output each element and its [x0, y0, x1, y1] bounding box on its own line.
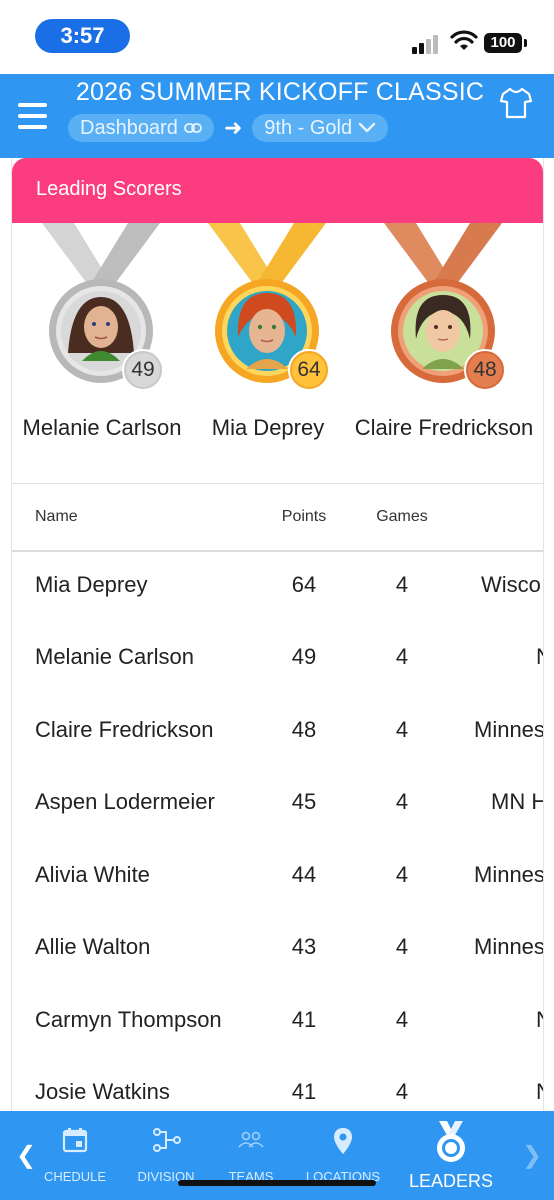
row-points: 45	[291, 789, 317, 814]
hamburger-menu-icon[interactable]	[18, 103, 47, 129]
nav-scroll-right-icon[interactable]: ❯	[522, 1141, 542, 1170]
nav-item-locations[interactable]: LOCATIONS	[302, 1111, 384, 1200]
division-selector[interactable]: 9th - Gold	[252, 114, 389, 142]
table-row[interactable]: Melanie Carlson 49 4 N	[12, 622, 543, 694]
nav-item-leaders[interactable]: LEADERS	[404, 1111, 498, 1200]
arrow-right-icon: ➜	[223, 115, 243, 140]
row-points: 48	[291, 717, 317, 742]
silver-medal-icon	[42, 223, 160, 383]
cellular-signal-icon	[412, 32, 444, 54]
points-badge-value: 64	[297, 358, 321, 381]
home-indicator	[178, 1180, 376, 1186]
podium-second-place[interactable]: 49 Melanie Carlson	[12, 223, 192, 483]
row-name: Josie Watkins	[35, 1079, 170, 1104]
podium-third-place[interactable]: 48 Claire Fredrickson	[354, 223, 534, 483]
row-games: 4	[395, 862, 409, 887]
row-team: Minnes	[474, 934, 543, 959]
link-icon	[183, 123, 202, 133]
chevron-down-icon	[358, 122, 376, 133]
app-header: 2026 SUMMER KICKOFF CLASSIC Dashboard ➜ …	[0, 74, 554, 158]
row-points: 43	[291, 934, 317, 959]
row-name: Carmyn Thompson	[35, 1007, 222, 1032]
points-badge-value: 48	[473, 358, 497, 381]
row-team: Wisco	[481, 572, 541, 597]
row-name: Alivia White	[35, 862, 150, 887]
podium-player-name: Claire Fredrickson	[354, 415, 534, 440]
medal-icon	[437, 1121, 465, 1162]
row-games: 4	[395, 789, 409, 814]
nav-scroll-left-icon[interactable]: ❮	[16, 1141, 36, 1170]
row-games: 4	[395, 644, 409, 669]
nav-label: CHEDULE	[43, 1169, 107, 1184]
card-title: Leading Scorers	[36, 178, 182, 200]
table-row[interactable]: Claire Fredrickson 48 4 Minnes	[12, 695, 543, 767]
column-header-points[interactable]: Points	[264, 508, 344, 526]
row-team: N	[536, 1079, 543, 1105]
bracket-icon	[153, 1128, 181, 1152]
column-header-name[interactable]: Name	[35, 508, 78, 526]
leaders-card: Leading Scorers 49 Melanie Carlson 64 Mi…	[11, 158, 544, 1118]
podium-player-name: Mia Deprey	[211, 415, 325, 440]
status-bar: 3:57 100	[0, 0, 554, 74]
row-team: MN H	[491, 789, 543, 814]
table-row[interactable]: Allie Walton 43 4 Minnes	[12, 912, 543, 984]
status-time: 3:57	[35, 19, 130, 53]
row-name: Mia Deprey	[35, 572, 148, 597]
map-pin-icon	[334, 1128, 352, 1154]
nav-item-division[interactable]: DIVISION	[130, 1111, 202, 1200]
table-header: Name Points Games	[12, 484, 543, 550]
wifi-icon	[450, 30, 478, 50]
calendar-icon	[62, 1128, 88, 1153]
breadcrumb-dashboard-label: Dashboard	[80, 117, 178, 139]
row-points: 49	[291, 644, 317, 669]
row-team: Minnes	[474, 717, 543, 742]
nav-item-schedule[interactable]: CHEDULE	[40, 1111, 110, 1200]
bronze-medal-icon	[384, 223, 502, 383]
points-badge-value: 49	[131, 358, 155, 381]
table-row[interactable]: Aspen Lodermeier 45 4 MN H	[12, 767, 543, 839]
podium-first-place[interactable]: 64 Mia Deprey	[178, 223, 358, 483]
row-games: 4	[395, 1007, 409, 1032]
table-row[interactable]: Josie Watkins 41 4 N	[12, 1057, 543, 1118]
nav-label: LEADERS	[408, 1171, 494, 1191]
row-games: 4	[395, 934, 409, 959]
row-games: 4	[395, 717, 409, 742]
bottom-nav: ❮ CHEDULE DIVISION TEAMS LOCATIONS LEADE…	[0, 1111, 554, 1200]
row-points: 41	[291, 1079, 317, 1104]
breadcrumb-dashboard[interactable]: Dashboard	[68, 114, 214, 142]
breadcrumb: Dashboard ➜ 9th - Gold	[68, 114, 389, 142]
row-games: 4	[395, 572, 409, 597]
row-name: Aspen Lodermeier	[35, 789, 215, 814]
page-title: 2026 SUMMER KICKOFF CLASSIC	[75, 78, 485, 106]
gold-medal-icon	[208, 223, 326, 383]
battery-indicator: 100	[484, 33, 527, 53]
podium: 49 Melanie Carlson 64 Mia Deprey 48 Clai…	[12, 223, 543, 483]
row-points: 41	[291, 1007, 317, 1032]
row-team: N	[536, 1007, 543, 1033]
row-name: Allie Walton	[35, 934, 151, 959]
row-games: 4	[395, 1079, 409, 1104]
division-selector-label: 9th - Gold	[264, 117, 353, 139]
row-name: Claire Fredrickson	[35, 717, 214, 742]
table-row[interactable]: Carmyn Thompson 41 4 N	[12, 985, 543, 1057]
table-row[interactable]: Mia Deprey 64 4 Wisco	[12, 550, 543, 622]
card-header: Leading Scorers	[12, 158, 543, 223]
row-team: Minnes	[474, 862, 543, 887]
leaders-table: Mia Deprey 64 4 Wisco Melanie Carlson 49…	[12, 550, 543, 1118]
row-points: 44	[291, 862, 317, 887]
jersey-icon[interactable]	[499, 86, 533, 120]
nav-item-teams[interactable]: TEAMS	[218, 1111, 284, 1200]
table-row[interactable]: Alivia White 44 4 Minnes	[12, 840, 543, 912]
people-icon	[238, 1131, 264, 1148]
column-header-games[interactable]: Games	[362, 508, 442, 526]
row-team: N	[536, 644, 543, 670]
row-points: 64	[291, 572, 317, 597]
row-name: Melanie Carlson	[35, 644, 194, 669]
